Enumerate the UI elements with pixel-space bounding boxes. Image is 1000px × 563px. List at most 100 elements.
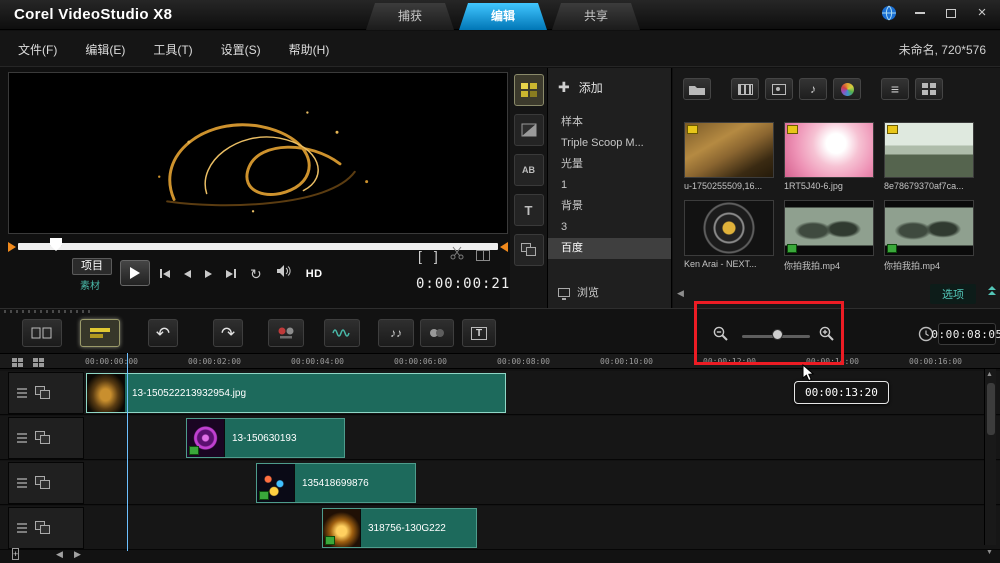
panel-splitter[interactable] — [4, 310, 90, 313]
timeline-clip[interactable]: 135418699876 — [256, 463, 416, 503]
filter-photo-icon[interactable] — [765, 78, 793, 100]
video-badge-icon — [887, 244, 897, 253]
import-folder-icon[interactable] — [683, 78, 711, 100]
menu-settings[interactable]: 设置(S) — [221, 41, 261, 58]
filter-video-icon[interactable] — [731, 78, 759, 100]
library-item-label: 1RT5J40-6.jpg — [784, 181, 876, 191]
mark-out-button[interactable]: ] — [434, 248, 438, 264]
ripple-edit-icon[interactable] — [33, 358, 44, 367]
track-manager-icon[interactable] — [12, 358, 23, 367]
transition-icon[interactable] — [514, 114, 544, 146]
scroll-left-arrow[interactable]: ◀ — [56, 549, 63, 560]
ruler-tick: 00:00:04:00 — [291, 357, 344, 366]
folder-background[interactable]: 背景 — [548, 196, 671, 217]
add-folder-icon[interactable]: ✚ — [558, 81, 570, 93]
overlay-track-icon — [35, 476, 51, 490]
menu-help[interactable]: 帮助(H) — [289, 41, 330, 58]
overlay-track-header[interactable] — [8, 507, 84, 549]
record-capture-icon[interactable] — [268, 319, 304, 347]
motion-tracking-icon[interactable] — [420, 319, 454, 347]
library-item-thumbnail[interactable] — [784, 122, 874, 178]
go-to-end-button[interactable] — [226, 269, 236, 278]
text-title-icon[interactable]: T — [514, 194, 544, 226]
collapse-chevron-icon[interactable] — [988, 286, 996, 295]
folder-samples[interactable]: 样本 — [548, 112, 671, 133]
folder-baidu[interactable]: 百度 — [548, 238, 671, 259]
redo-button[interactable]: ↷ — [213, 319, 243, 347]
hd-button[interactable]: HD — [306, 268, 323, 280]
library-item-thumbnail[interactable] — [884, 122, 974, 178]
timeline-clip[interactable]: 13-150630193 — [186, 418, 345, 458]
timeline-clip[interactable]: 13-150522213932954.jpg — [86, 373, 506, 413]
tab-share[interactable]: 共享 — [552, 3, 640, 30]
add-folder-label[interactable]: 添加 — [579, 79, 603, 96]
media-library-icon[interactable] — [514, 74, 544, 106]
playhead[interactable] — [127, 353, 128, 551]
project-mode-button[interactable]: 项目 — [72, 258, 112, 275]
mark-in-button[interactable]: [ — [418, 248, 422, 264]
split-clip-icon[interactable] — [450, 246, 464, 265]
filter-color-icon[interactable] — [833, 78, 861, 100]
tab-capture[interactable]: 捕获 — [366, 3, 454, 30]
clip-thumbnail — [323, 509, 361, 547]
video-track-header[interactable] — [8, 372, 84, 414]
overlay-graphic-icon[interactable] — [514, 234, 544, 266]
folder-3[interactable]: 3 — [548, 217, 671, 238]
options-button[interactable]: 选项 — [930, 284, 976, 304]
photo-badge-icon — [687, 125, 698, 134]
undo-button[interactable]: ↶ — [148, 319, 178, 347]
add-track-icon[interactable]: + — [12, 549, 19, 559]
enlarge-preview-icon[interactable] — [476, 250, 490, 261]
track-options-icon[interactable] — [17, 523, 27, 533]
auto-music-icon[interactable]: ♪♪ — [378, 319, 414, 347]
timeline-vertical-scrollbar[interactable] — [984, 369, 996, 545]
title-ab-icon[interactable]: AB — [514, 154, 544, 186]
timeline-ruler[interactable]: 00:00:00:00 00:00:02:00 00:00:04:00 00:0… — [0, 353, 1000, 369]
maximize-button[interactable] — [943, 5, 959, 21]
menu-edit[interactable]: 编辑(E) — [85, 41, 125, 58]
menu-tools[interactable]: 工具(T) — [153, 41, 192, 58]
previous-frame-button[interactable] — [184, 270, 191, 278]
list-view-icon[interactable]: ≡ — [881, 78, 909, 100]
clip-badge-icon — [325, 536, 335, 545]
video-badge-icon — [787, 244, 797, 253]
next-frame-button[interactable] — [205, 270, 212, 278]
library-item-thumbnail[interactable] — [684, 200, 774, 256]
repeat-button[interactable]: ↻ — [250, 267, 262, 281]
folder-glow[interactable]: 光量 — [548, 154, 671, 175]
library-item-thumbnail[interactable] — [884, 200, 974, 256]
library-item-thumbnail[interactable] — [684, 122, 774, 178]
timeline-view-button[interactable] — [80, 319, 120, 347]
grid-view-icon[interactable] — [915, 78, 943, 100]
mark-in-handle[interactable] — [8, 242, 16, 252]
scroll-right-arrow[interactable]: ▶ — [74, 549, 81, 560]
minimize-button[interactable] — [912, 5, 928, 21]
subtitle-editor-icon[interactable]: T — [462, 319, 496, 347]
scrollbar-thumb[interactable] — [987, 383, 995, 435]
track-options-icon[interactable] — [17, 433, 27, 443]
library-scroll-left[interactable]: ◀ — [677, 288, 684, 299]
play-button[interactable] — [120, 260, 150, 286]
volume-icon[interactable] — [276, 264, 292, 283]
tab-edit[interactable]: 编辑 — [459, 3, 547, 30]
track-options-icon[interactable] — [17, 388, 27, 398]
folder-1[interactable]: 1 — [548, 175, 671, 196]
overlay-track-header[interactable] — [8, 462, 84, 504]
go-to-start-button[interactable] — [160, 269, 170, 278]
overlay-track-header[interactable] — [8, 417, 84, 459]
browse-label: 浏览 — [577, 284, 599, 300]
filter-audio-icon[interactable]: ♪ — [799, 78, 827, 100]
globe-icon[interactable] — [881, 5, 897, 21]
track-options-icon[interactable] — [17, 478, 27, 488]
menu-file[interactable]: 文件(F) — [18, 41, 57, 58]
storyboard-view-button[interactable] — [22, 319, 62, 347]
folder-triple-scoop[interactable]: Triple Scoop M... — [548, 133, 671, 154]
close-button[interactable]: × — [974, 5, 990, 21]
library-item-thumbnail[interactable] — [784, 200, 874, 256]
sound-mixer-icon[interactable] — [324, 319, 360, 347]
clip-mode-button[interactable]: 素材 — [72, 277, 112, 292]
timeline-clip[interactable]: 318756-130G222 — [322, 508, 477, 548]
mark-out-handle[interactable] — [500, 242, 508, 252]
browse-row[interactable]: 浏览 — [548, 284, 671, 300]
scroll-up-arrow[interactable]: ▲ — [986, 371, 993, 378]
